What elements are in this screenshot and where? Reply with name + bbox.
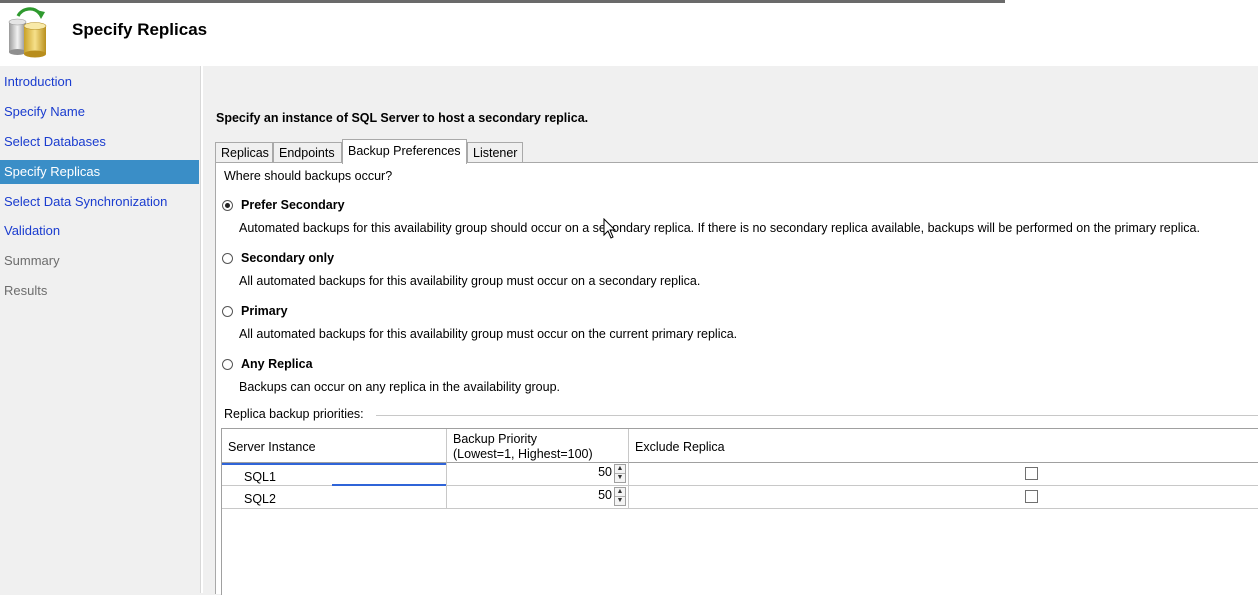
mouse-cursor-icon bbox=[603, 218, 617, 239]
sidebar-item-validation[interactable]: Validation bbox=[0, 219, 199, 243]
sidebar-item-select-databases[interactable]: Select Databases bbox=[0, 130, 199, 154]
instruction-text: Specify an instance of SQL Server to hos… bbox=[216, 111, 589, 125]
spin-down-icon[interactable]: ▼ bbox=[615, 496, 625, 505]
tab-endpoints[interactable]: Endpoints bbox=[273, 142, 342, 162]
spin-up-icon[interactable]: ▲ bbox=[615, 488, 625, 496]
option-secondary-only-label[interactable]: Secondary only bbox=[241, 251, 334, 265]
tab-listener[interactable]: Listener bbox=[467, 142, 523, 162]
sidebar-item-specify-replicas[interactable]: Specify Replicas bbox=[0, 160, 199, 184]
replica-priority-grid: Server Instance Backup Priority (Lowest=… bbox=[221, 428, 1258, 595]
priorities-group-title: Replica backup priorities: bbox=[224, 407, 370, 421]
column-header-backup-priority-range: (Lowest=1, Highest=100) bbox=[453, 447, 593, 461]
row-selection-top bbox=[222, 463, 446, 465]
radio-any-replica[interactable] bbox=[222, 359, 233, 370]
table-row-sql1-exclude bbox=[629, 463, 1258, 486]
backup-location-question: Where should backups occur? bbox=[224, 169, 393, 183]
backup-preferences-panel: Where should backups occur? Prefer Secon… bbox=[215, 162, 1258, 595]
spin-up-icon[interactable]: ▲ bbox=[615, 465, 625, 473]
option-any-replica-description: Backups can occur on any replica in the … bbox=[239, 380, 561, 394]
priority-spinner-sql2[interactable]: ▲ ▼ bbox=[614, 487, 626, 506]
option-prefer-secondary-description: Automated backups for this availability … bbox=[239, 221, 1200, 235]
server-name-sql2: SQL2 bbox=[244, 492, 276, 506]
table-row-sql2-exclude bbox=[629, 486, 1258, 509]
column-header-exclude-replica[interactable]: Exclude Replica bbox=[629, 429, 1258, 463]
sidebar-item-results: Results bbox=[4, 283, 48, 298]
sidebar-item-select-data-synchronization[interactable]: Select Data Synchronization bbox=[0, 190, 199, 214]
sidebar-item-specify-name[interactable]: Specify Name bbox=[0, 100, 199, 124]
table-row-sql1-server[interactable]: SQL1 bbox=[222, 463, 447, 486]
wizard-sidebar: Introduction Specify Name Select Databas… bbox=[0, 66, 200, 593]
database-refresh-icon bbox=[8, 7, 47, 58]
column-header-backup-priority[interactable]: Backup Priority (Lowest=1, Highest=100) bbox=[447, 429, 629, 463]
wizard-header: Specify Replicas bbox=[0, 0, 1258, 66]
column-header-server-instance-label: Server Instance bbox=[228, 440, 316, 454]
radio-primary[interactable] bbox=[222, 306, 233, 317]
sidebar-item-introduction[interactable]: Introduction bbox=[0, 70, 199, 94]
priority-value-sql2: 50 bbox=[598, 488, 612, 502]
column-header-exclude-replica-label: Exclude Replica bbox=[635, 440, 725, 454]
spin-down-icon[interactable]: ▼ bbox=[615, 473, 625, 482]
option-any-replica-label[interactable]: Any Replica bbox=[241, 357, 313, 371]
column-header-server-instance[interactable]: Server Instance bbox=[222, 429, 447, 463]
exclude-checkbox-sql2[interactable] bbox=[1025, 490, 1038, 503]
radio-secondary-only[interactable] bbox=[222, 253, 233, 264]
radio-prefer-secondary[interactable] bbox=[222, 200, 233, 211]
priority-spinner-sql1[interactable]: ▲ ▼ bbox=[614, 464, 626, 483]
table-row-sql2-priority[interactable]: 50 ▲ ▼ bbox=[447, 486, 629, 509]
option-prefer-secondary-label[interactable]: Prefer Secondary bbox=[241, 198, 345, 212]
server-name-sql1: SQL1 bbox=[244, 470, 276, 484]
exclude-checkbox-sql1[interactable] bbox=[1025, 467, 1038, 480]
option-secondary-only-description: All automated backups for this availabil… bbox=[239, 274, 701, 288]
tab-replicas[interactable]: Replicas bbox=[215, 142, 273, 162]
sidebar-item-summary: Summary bbox=[4, 253, 60, 268]
option-primary-description: All automated backups for this availabil… bbox=[239, 327, 738, 341]
table-row-sql1-priority[interactable]: 50 ▲ ▼ bbox=[447, 463, 629, 486]
option-primary-label[interactable]: Primary bbox=[241, 304, 288, 318]
column-header-backup-priority-label: Backup Priority bbox=[453, 432, 538, 446]
main-content: Specify an instance of SQL Server to hos… bbox=[203, 66, 1258, 595]
priority-value-sql1: 50 bbox=[598, 465, 612, 479]
window-top-border bbox=[0, 0, 1005, 3]
table-row-sql2-server[interactable]: SQL2 bbox=[222, 486, 447, 509]
priorities-group-line bbox=[376, 415, 1258, 416]
tab-backup-preferences[interactable]: Backup Preferences bbox=[342, 139, 467, 164]
page-title: Specify Replicas bbox=[72, 20, 208, 39]
